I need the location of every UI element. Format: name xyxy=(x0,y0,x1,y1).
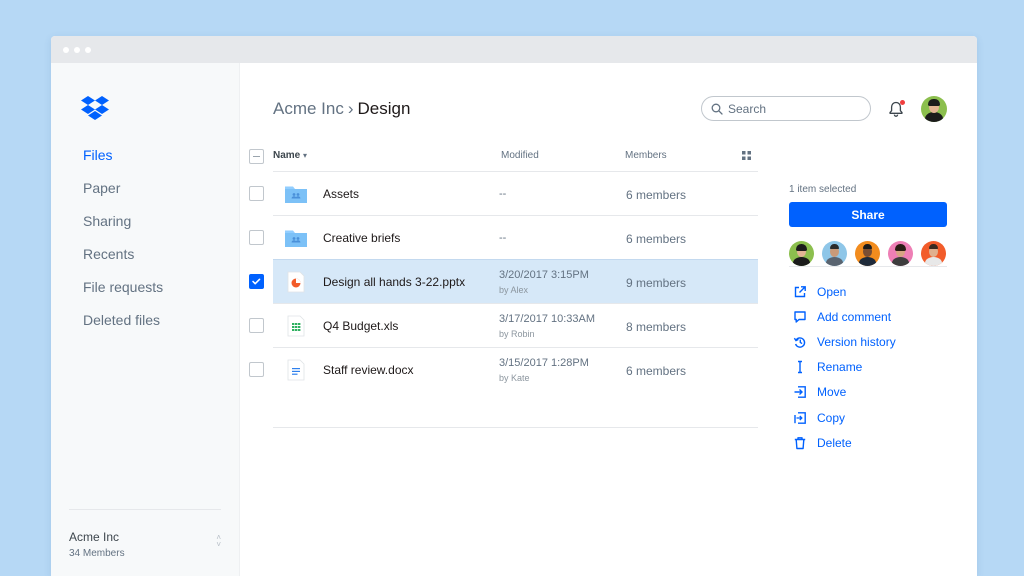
version-history-icon xyxy=(793,337,806,348)
modified-date: 3/15/2017 1:28PM xyxy=(499,357,589,369)
sidebar-item-deleted-files[interactable]: Deleted files xyxy=(83,312,160,328)
members-count: 6 members xyxy=(626,364,687,378)
dropbox-logo-icon[interactable] xyxy=(81,96,109,122)
modified-by: by Robin xyxy=(499,329,535,339)
action-rename[interactable]: Rename xyxy=(789,355,947,380)
document-file-icon xyxy=(287,359,305,381)
spreadsheet-file-icon xyxy=(287,315,305,337)
selection-count: 1 item selected xyxy=(789,184,857,195)
action-move[interactable]: Move xyxy=(789,380,947,405)
search-box[interactable] xyxy=(701,96,871,121)
file-name[interactable]: Q4 Budget.xls xyxy=(323,319,398,333)
row-checkbox[interactable] xyxy=(249,318,264,333)
avatar[interactable] xyxy=(789,241,814,266)
modified-date: -- xyxy=(499,232,507,244)
grid-view-icon[interactable] xyxy=(742,151,751,160)
file-actions: Open Add comment Version history Rename … xyxy=(789,279,947,455)
avatar[interactable] xyxy=(888,241,913,266)
team-name: Acme Inc xyxy=(69,530,120,544)
sidebar-item-sharing[interactable]: Sharing xyxy=(83,213,131,229)
chevron-updown-icon[interactable]: ˄ ˅ xyxy=(216,534,221,549)
members-count: 8 members xyxy=(626,320,687,334)
sidebar-item-files[interactable]: Files xyxy=(83,147,113,163)
file-name[interactable]: Assets xyxy=(323,187,359,201)
file-name[interactable]: Creative briefs xyxy=(323,231,400,245)
avatar[interactable] xyxy=(822,241,847,266)
file-name[interactable]: Staff review.docx xyxy=(323,363,414,377)
action-copy[interactable]: Copy xyxy=(789,405,947,430)
shared-folder-icon xyxy=(285,230,307,247)
team-switcher[interactable]: Acme Inc 34 Members ˄ ˅ xyxy=(69,509,221,559)
row-checkbox[interactable] xyxy=(249,362,264,377)
action-delete[interactable]: Delete xyxy=(789,430,947,455)
modified-by: by Kate xyxy=(499,373,530,383)
action-version-history[interactable]: Version history xyxy=(789,329,947,354)
file-name[interactable]: Design all hands 3-22.pptx xyxy=(323,275,465,289)
search-icon xyxy=(711,103,723,115)
sidebar: Files Paper Sharing Recents File request… xyxy=(51,63,240,576)
window-control-dot[interactable] xyxy=(63,47,69,53)
app-window: Files Paper Sharing Recents File request… xyxy=(51,36,977,576)
main-content: Acme Inc›Design Name ▾ Modified xyxy=(241,63,977,576)
select-all-checkbox[interactable] xyxy=(249,149,264,164)
table-bottom-divider xyxy=(273,427,758,428)
modified-by: by Alex xyxy=(499,285,529,295)
notifications-button[interactable] xyxy=(887,100,905,118)
open-external-icon xyxy=(794,285,806,297)
presentation-file-icon xyxy=(287,271,305,293)
row-checkbox[interactable] xyxy=(249,186,264,201)
table-row[interactable]: Creative briefs -- 6 members xyxy=(249,215,758,259)
table-row[interactable]: Q4 Budget.xls 3/17/2017 10:33AM by Robin… xyxy=(249,303,758,347)
rename-cursor-icon xyxy=(798,360,802,374)
sort-down-icon: ▾ xyxy=(303,151,308,160)
column-header-name[interactable]: Name ▾ xyxy=(273,150,307,161)
share-button[interactable]: Share xyxy=(789,202,947,227)
copy-icon xyxy=(794,411,806,424)
table-row[interactable]: Assets -- 6 members xyxy=(249,171,758,215)
window-control-dot[interactable] xyxy=(85,47,91,53)
notification-badge xyxy=(900,100,905,105)
modified-date: 3/20/2017 3:15PM xyxy=(499,269,589,281)
sidebar-item-file-requests[interactable]: File requests xyxy=(83,279,163,295)
table-row[interactable]: Staff review.docx 3/15/2017 1:28PM by Ka… xyxy=(249,347,758,391)
breadcrumb-current: Design xyxy=(357,99,411,118)
column-header-modified[interactable]: Modified xyxy=(501,150,539,161)
shared-folder-icon xyxy=(285,186,307,203)
search-input[interactable] xyxy=(728,101,858,116)
sidebar-item-recents[interactable]: Recents xyxy=(83,246,134,262)
details-panel: 1 item selected Share Open Add comment V… xyxy=(789,184,947,455)
action-add-comment[interactable]: Add comment xyxy=(789,304,947,329)
column-header-members[interactable]: Members xyxy=(625,150,667,161)
breadcrumb-root[interactable]: Acme Inc xyxy=(273,99,344,118)
shared-members xyxy=(789,227,947,267)
avatar[interactable] xyxy=(855,241,880,266)
checkmark-icon xyxy=(252,278,261,285)
avatar[interactable] xyxy=(921,241,946,266)
row-checkbox[interactable] xyxy=(249,230,264,245)
table-header: Name ▾ Modified Members xyxy=(241,142,759,172)
members-count: 6 members xyxy=(626,188,687,202)
action-open[interactable]: Open xyxy=(789,279,947,304)
move-icon xyxy=(794,386,806,399)
comment-icon xyxy=(794,311,806,323)
team-members-count: 34 Members xyxy=(69,548,125,559)
breadcrumb-separator: › xyxy=(347,99,354,118)
avatar[interactable] xyxy=(921,96,947,122)
modified-date: 3/17/2017 10:33AM xyxy=(499,313,596,325)
sidebar-item-paper[interactable]: Paper xyxy=(83,180,120,196)
modified-date: -- xyxy=(499,188,507,200)
members-count: 6 members xyxy=(626,232,687,246)
trash-icon xyxy=(794,436,806,449)
members-count: 9 members xyxy=(626,276,687,290)
table-row[interactable]: Design all hands 3-22.pptx 3/20/2017 3:1… xyxy=(249,259,758,303)
window-control-dot[interactable] xyxy=(74,47,80,53)
row-checkbox[interactable] xyxy=(249,274,264,289)
window-titlebar xyxy=(51,36,977,63)
breadcrumb: Acme Inc › Design xyxy=(273,99,410,119)
